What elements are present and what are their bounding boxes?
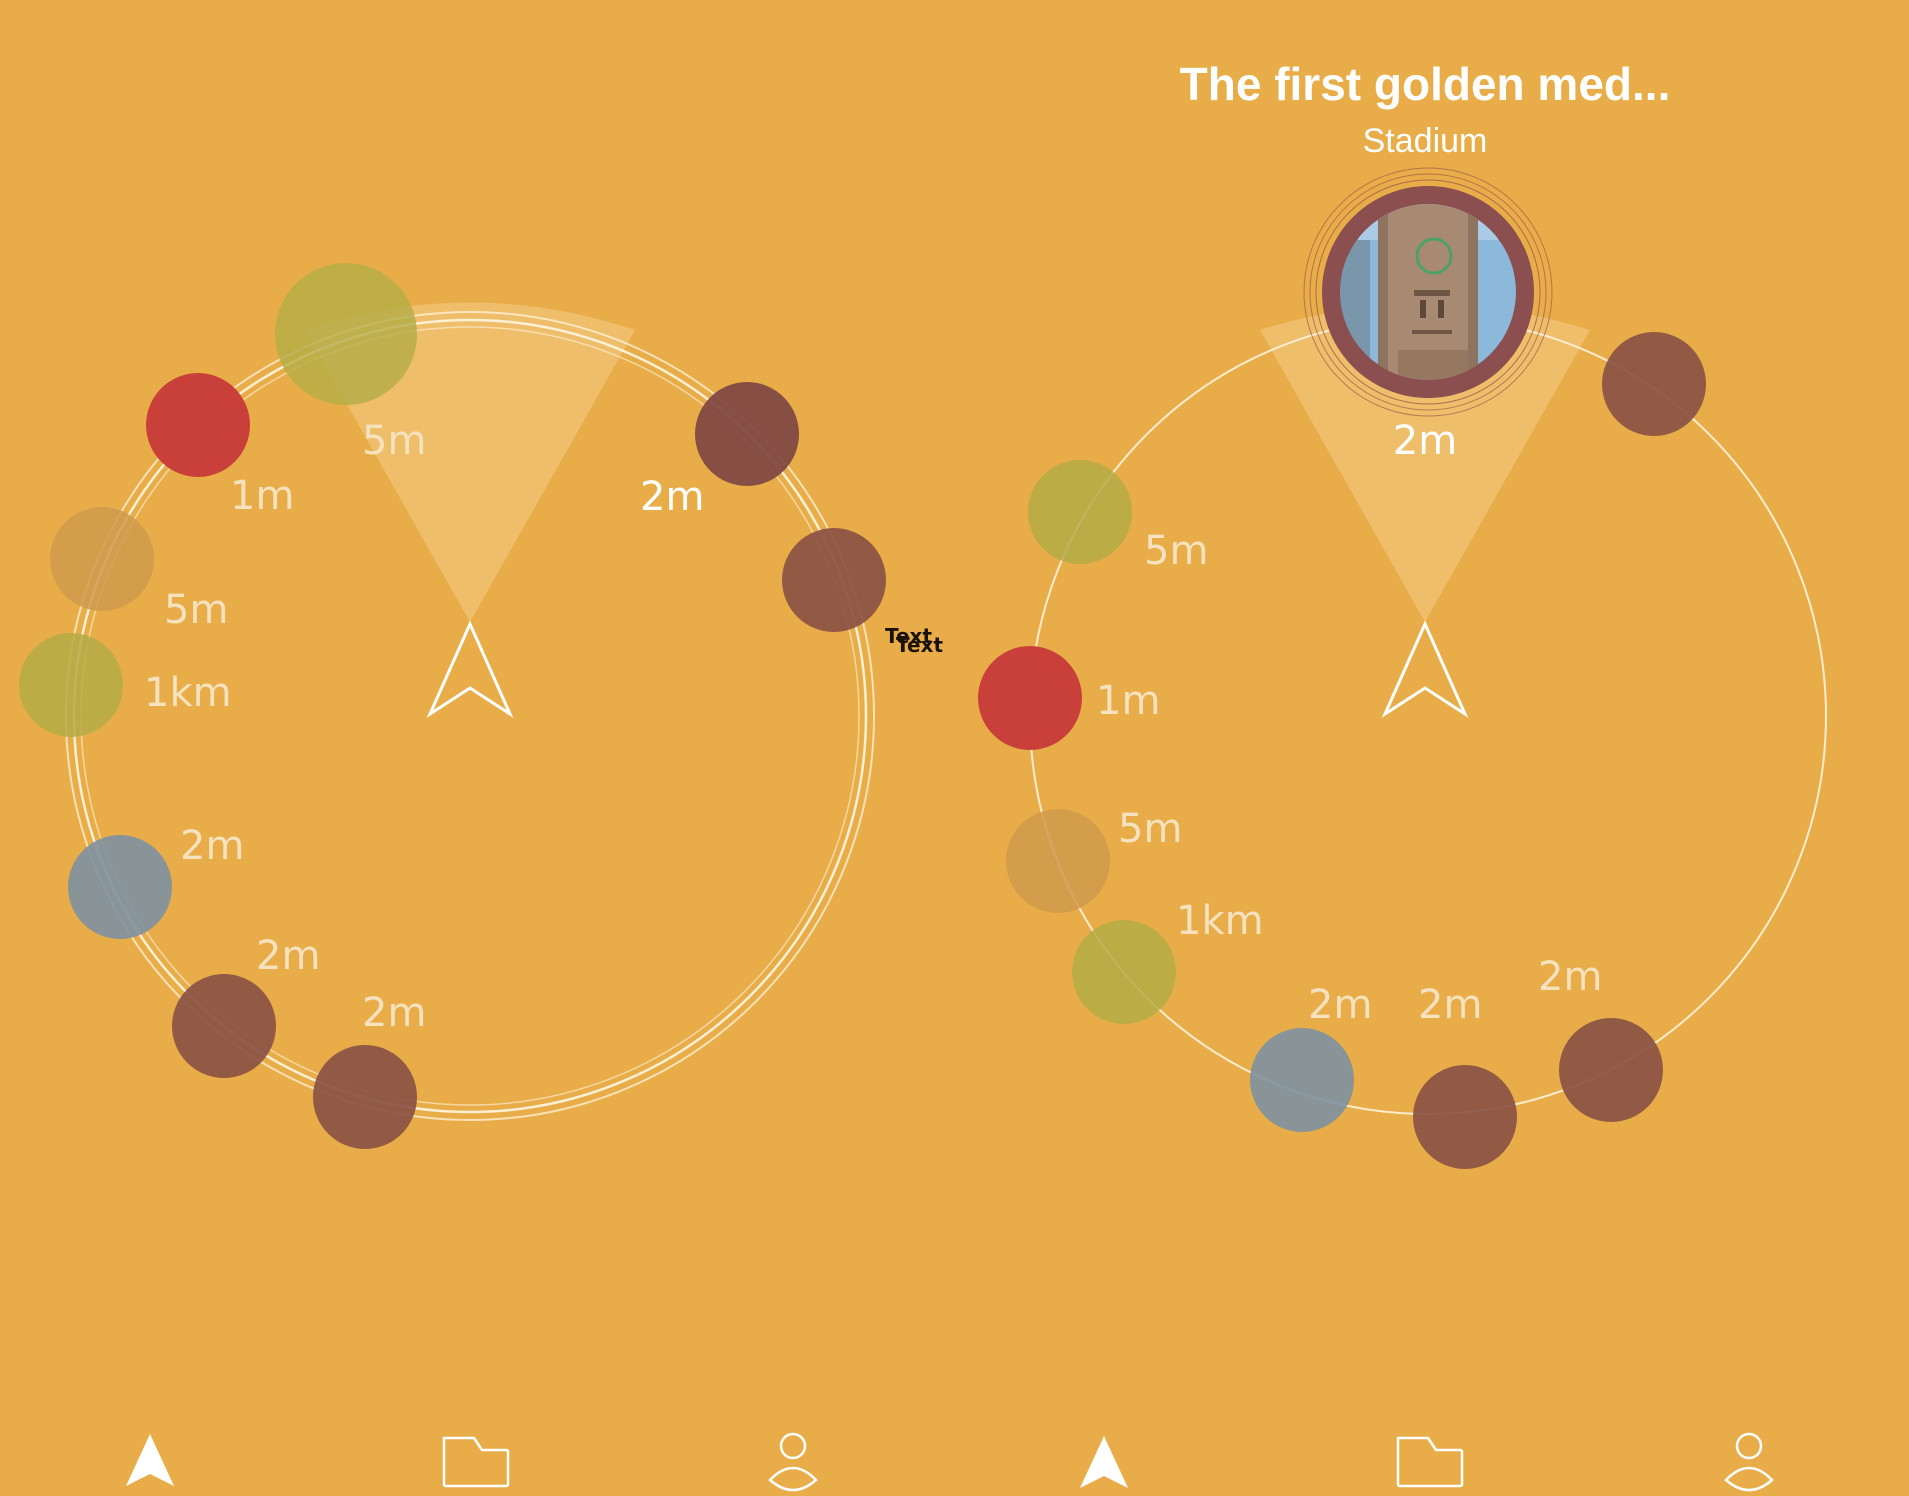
right-marker-8-label: 2m — [1538, 954, 1602, 1000]
left-marker-7[interactable] — [313, 1045, 417, 1149]
right-marker-2[interactable] — [1028, 460, 1132, 564]
nav-folder-button[interactable] — [442, 1436, 510, 1488]
nav-profile-button[interactable] — [768, 1432, 818, 1492]
navigation-arrow-icon — [126, 1434, 174, 1486]
left-marker-5[interactable] — [68, 835, 172, 939]
folder-icon — [1396, 1436, 1464, 1488]
right-marker-5[interactable] — [1072, 920, 1176, 1024]
nav-navigate-button-2[interactable] — [1080, 1436, 1128, 1488]
left-marker-5-label: 2m — [180, 823, 244, 869]
right-screen: The first golden med... Stadium 2m 5m 1m… — [978, 58, 1827, 1169]
focused-poi-distance: 2m — [1393, 418, 1457, 464]
left-marker-2[interactable] — [146, 373, 250, 477]
right-bottom-nav — [1080, 1432, 1774, 1492]
left-marker-1-label: 5m — [362, 418, 426, 464]
right-marker-7-label: 2m — [1418, 982, 1482, 1028]
right-navigation-arrow-icon — [1381, 620, 1469, 719]
right-marker-4[interactable] — [1006, 809, 1110, 913]
left-marker-2-label: 1m — [230, 473, 294, 519]
nav-profile-button-2[interactable] — [1724, 1432, 1774, 1492]
left-marker-3-label: 5m — [164, 587, 228, 633]
left-marker-6[interactable] — [172, 974, 276, 1078]
left-bottom-nav — [126, 1432, 818, 1492]
user-icon — [768, 1432, 818, 1492]
left-marker-7-label: 2m — [362, 990, 426, 1036]
left-marker-1[interactable] — [275, 263, 417, 405]
left-marker-4[interactable] — [19, 633, 123, 737]
right-marker-3[interactable] — [978, 646, 1082, 750]
radar-screens: 5m 1m 5m 1km 2m 2m 2m 2m Text Text The f… — [19, 58, 1827, 1492]
right-marker-8[interactable] — [1559, 1018, 1663, 1122]
right-marker-7[interactable] — [1413, 1065, 1517, 1169]
left-marker-4-label: 1km — [144, 670, 232, 716]
left-marker-8[interactable] — [695, 382, 799, 486]
right-marker-5-label: 1km — [1176, 898, 1264, 944]
right-marker-3-label: 1m — [1096, 678, 1160, 724]
left-marker-9[interactable] — [782, 528, 886, 632]
right-marker-2-label: 5m — [1144, 528, 1208, 574]
left-marker-6-label: 2m — [256, 933, 320, 979]
user-icon — [1724, 1432, 1774, 1492]
debug-text-2: Text — [896, 633, 943, 657]
left-screen: 5m 1m 5m 1km 2m 2m 2m 2m Text Text — [19, 263, 943, 1149]
left-marker-8-label: 2m — [640, 474, 704, 520]
right-marker-6-label: 2m — [1308, 982, 1372, 1028]
right-marker-6[interactable] — [1250, 1028, 1354, 1132]
nav-folder-button-2[interactable] — [1396, 1436, 1464, 1488]
left-marker-3[interactable] — [50, 507, 154, 611]
right-marker-1[interactable] — [1602, 332, 1706, 436]
left-navigation-arrow-icon — [426, 620, 514, 719]
poi-title: The first golden med... — [1180, 58, 1671, 110]
navigation-arrow-icon — [1080, 1436, 1128, 1488]
right-marker-4-label: 5m — [1118, 806, 1182, 852]
nav-navigate-button[interactable] — [126, 1434, 174, 1486]
poi-subtitle: Stadium — [1363, 122, 1488, 160]
folder-icon — [442, 1436, 510, 1488]
